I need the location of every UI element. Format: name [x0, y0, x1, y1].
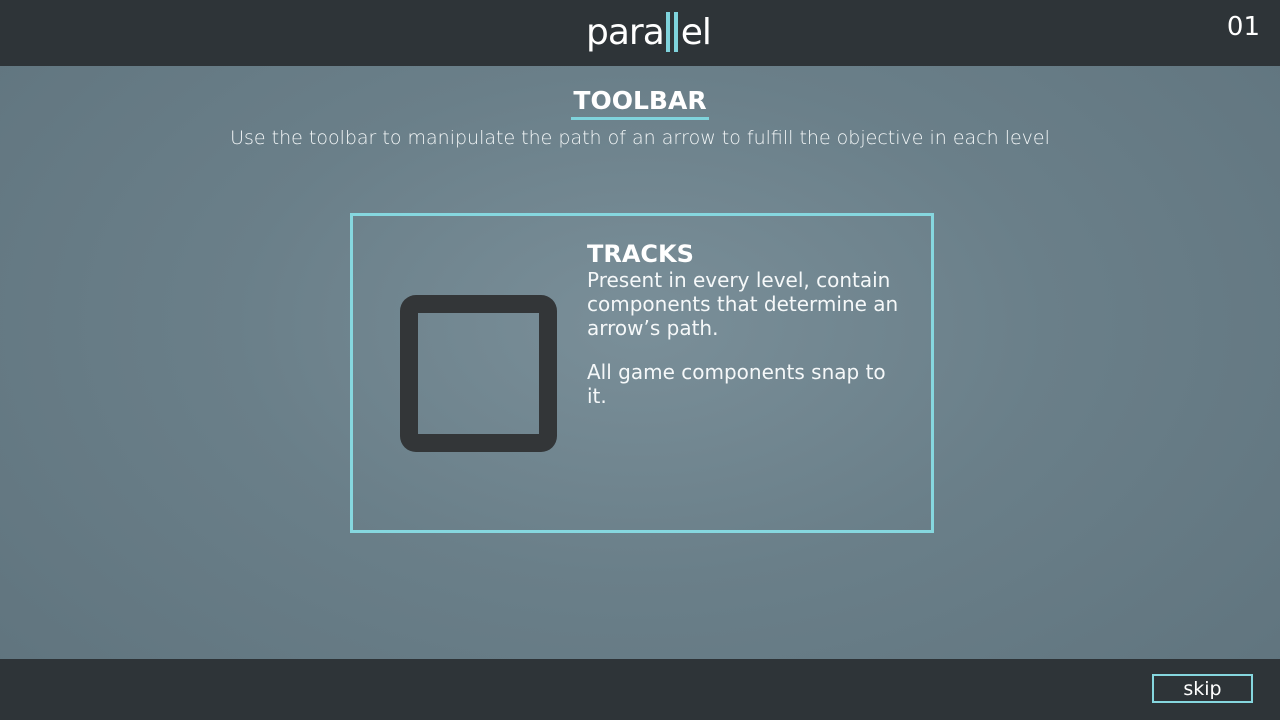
info-panel: TRACKS Present in every level, contain c…	[350, 213, 934, 533]
panel-text: TRACKS Present in every level, contain c…	[587, 240, 907, 408]
page-title: TOOLBAR	[0, 86, 1280, 120]
bottom-bar: skip	[0, 659, 1280, 720]
logo-parallel-bars-icon	[665, 12, 678, 52]
page-title-text: TOOLBAR	[571, 86, 709, 120]
panel-paragraph: All game components snap to it.	[587, 360, 886, 408]
game-logo: para el	[586, 8, 712, 56]
panel-paragraph: Present in every level, contain componen…	[587, 268, 899, 340]
level-number: 01	[1226, 12, 1260, 42]
logo-text-right: el	[680, 11, 712, 53]
skip-button[interactable]: skip	[1152, 674, 1253, 703]
panel-heading: TRACKS	[587, 240, 694, 268]
logo-text-left: para	[586, 11, 665, 53]
track-square-icon	[400, 295, 557, 452]
top-bar: para el 01	[0, 0, 1280, 66]
page-subtitle: Use the toolbar to manipulate the path o…	[230, 127, 1050, 149]
